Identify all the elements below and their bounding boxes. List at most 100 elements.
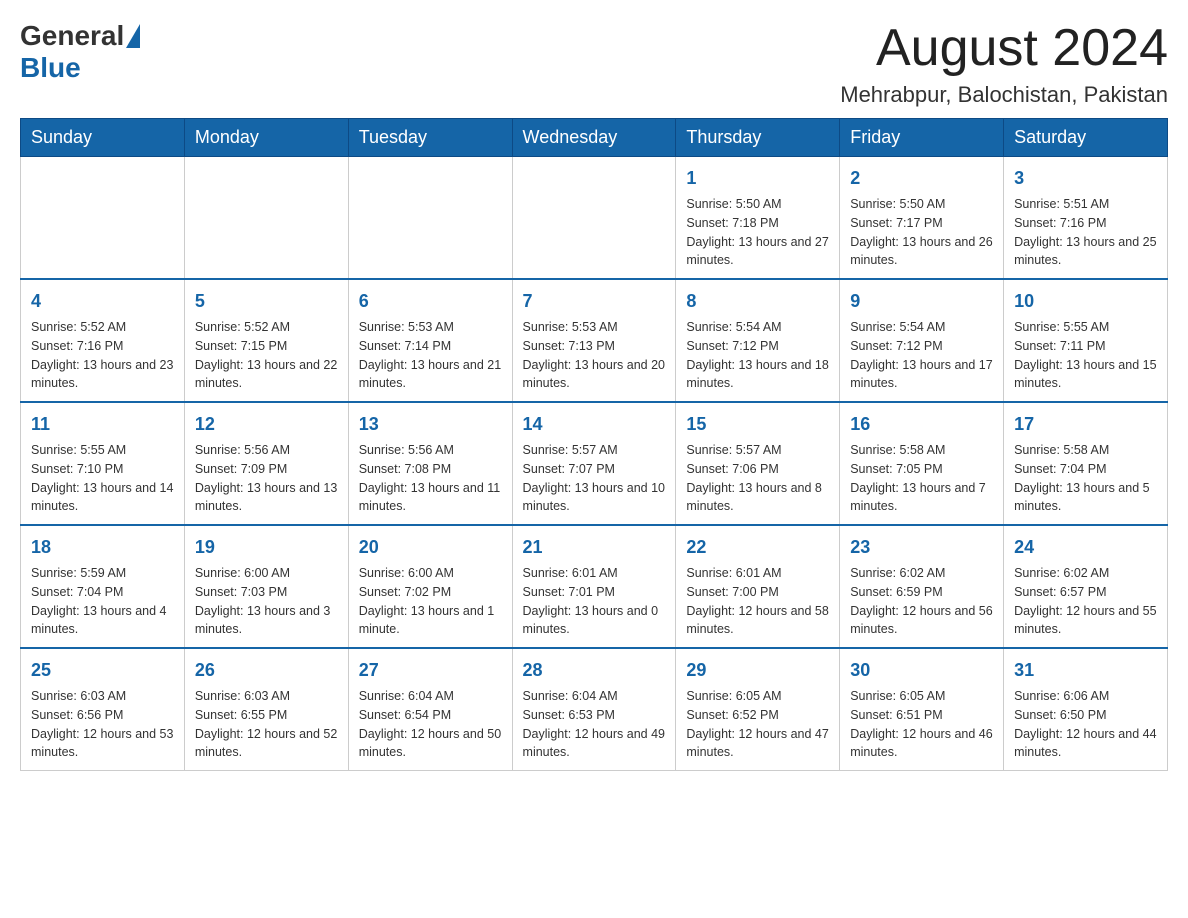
weekday-header-wednesday: Wednesday <box>512 119 676 157</box>
logo-blue-text: Blue <box>20 52 81 83</box>
day-number: 1 <box>686 165 829 192</box>
calendar-cell-1-7: 3 Sunrise: 5:51 AMSunset: 7:16 PMDaylight… <box>1004 157 1168 280</box>
day-number: 20 <box>359 534 502 561</box>
calendar-cell-3-7: 17Sunrise: 5:58 AMSunset: 7:04 PMDayligh… <box>1004 402 1168 525</box>
logo-general-text: General <box>20 20 124 52</box>
calendar-cell-2-6: 9 Sunrise: 5:54 AMSunset: 7:12 PMDaylight… <box>840 279 1004 402</box>
calendar-cell-4-5: 22 Sunrise: 6:01 AMSunset: 7:00 PMDayligh… <box>676 525 840 648</box>
day-info: Sunrise: 5:57 AMSunset: 7:06 PMDaylight:… <box>686 441 829 516</box>
day-info: Sunrise: 6:05 AMSunset: 6:52 PMDaylight:… <box>686 687 829 762</box>
location-subtitle: Mehrabpur, Balochistan, Pakistan <box>840 82 1168 108</box>
calendar-cell-5-5: 29 Sunrise: 6:05 AMSunset: 6:52 PMDayligh… <box>676 648 840 771</box>
day-number: 14 <box>523 411 666 438</box>
day-number: 30 <box>850 657 993 684</box>
calendar-week-row-5: 25 Sunrise: 6:03 AMSunset: 6:56 PMDayligh… <box>21 648 1168 771</box>
day-info: Sunrise: 5:55 AMSunset: 7:11 PMDaylight:… <box>1014 318 1157 393</box>
day-number: 9 <box>850 288 993 315</box>
calendar-cell-3-4: 14Sunrise: 5:57 AMSunset: 7:07 PMDayligh… <box>512 402 676 525</box>
calendar-cell-4-1: 18Sunrise: 5:59 AMSunset: 7:04 PMDayligh… <box>21 525 185 648</box>
calendar-cell-3-3: 13 Sunrise: 5:56 AMSunset: 7:08 PMDayligh… <box>348 402 512 525</box>
day-info: Sunrise: 5:56 AMSunset: 7:08 PMDaylight:… <box>359 441 502 516</box>
calendar-cell-1-4 <box>512 157 676 280</box>
page-header: General Blue August 2024 Mehrabpur, Balo… <box>20 20 1168 108</box>
calendar-cell-4-2: 19 Sunrise: 6:00 AMSunset: 7:03 PMDayligh… <box>184 525 348 648</box>
day-number: 5 <box>195 288 338 315</box>
calendar-week-row-3: 11 Sunrise: 5:55 AMSunset: 7:10 PMDayligh… <box>21 402 1168 525</box>
day-number: 26 <box>195 657 338 684</box>
day-info: Sunrise: 5:55 AMSunset: 7:10 PMDaylight:… <box>31 441 174 516</box>
calendar-cell-2-4: 7 Sunrise: 5:53 AMSunset: 7:13 PMDaylight… <box>512 279 676 402</box>
day-info: Sunrise: 6:02 AMSunset: 6:57 PMDaylight:… <box>1014 564 1157 639</box>
day-number: 15 <box>686 411 829 438</box>
weekday-header-monday: Monday <box>184 119 348 157</box>
day-info: Sunrise: 5:58 AMSunset: 7:05 PMDaylight:… <box>850 441 993 516</box>
day-info: Sunrise: 6:01 AMSunset: 7:00 PMDaylight:… <box>686 564 829 639</box>
day-info: Sunrise: 5:51 AMSunset: 7:16 PMDaylight:… <box>1014 195 1157 270</box>
calendar-table: SundayMondayTuesdayWednesdayThursdayFrid… <box>20 118 1168 771</box>
calendar-week-row-1: 1 Sunrise: 5:50 AMSunset: 7:18 PMDaylight… <box>21 157 1168 280</box>
day-info: Sunrise: 5:50 AMSunset: 7:17 PMDaylight:… <box>850 195 993 270</box>
calendar-cell-3-6: 16 Sunrise: 5:58 AMSunset: 7:05 PMDayligh… <box>840 402 1004 525</box>
logo-area: General Blue <box>20 20 142 84</box>
day-info: Sunrise: 5:50 AMSunset: 7:18 PMDaylight:… <box>686 195 829 270</box>
day-info: Sunrise: 5:52 AMSunset: 7:16 PMDaylight:… <box>31 318 174 393</box>
day-number: 17 <box>1014 411 1157 438</box>
day-number: 10 <box>1014 288 1157 315</box>
day-number: 11 <box>31 411 174 438</box>
calendar-cell-2-1: 4Sunrise: 5:52 AMSunset: 7:16 PMDaylight… <box>21 279 185 402</box>
day-info: Sunrise: 6:04 AMSunset: 6:53 PMDaylight:… <box>523 687 666 762</box>
calendar-cell-5-7: 31 Sunrise: 6:06 AMSunset: 6:50 PMDayligh… <box>1004 648 1168 771</box>
calendar-cell-5-4: 28 Sunrise: 6:04 AMSunset: 6:53 PMDayligh… <box>512 648 676 771</box>
day-number: 3 <box>1014 165 1157 192</box>
calendar-cell-1-3 <box>348 157 512 280</box>
calendar-cell-1-6: 2 Sunrise: 5:50 AMSunset: 7:17 PMDaylight… <box>840 157 1004 280</box>
day-info: Sunrise: 6:03 AMSunset: 6:56 PMDaylight:… <box>31 687 174 762</box>
calendar-cell-2-7: 10 Sunrise: 5:55 AMSunset: 7:11 PMDayligh… <box>1004 279 1168 402</box>
weekday-header-sunday: Sunday <box>21 119 185 157</box>
calendar-cell-4-7: 24Sunrise: 6:02 AMSunset: 6:57 PMDayligh… <box>1004 525 1168 648</box>
day-number: 29 <box>686 657 829 684</box>
day-number: 2 <box>850 165 993 192</box>
calendar-cell-1-2 <box>184 157 348 280</box>
day-info: Sunrise: 6:01 AMSunset: 7:01 PMDaylight:… <box>523 564 666 639</box>
day-number: 6 <box>359 288 502 315</box>
month-title: August 2024 <box>840 20 1168 77</box>
weekday-header-thursday: Thursday <box>676 119 840 157</box>
day-info: Sunrise: 5:54 AMSunset: 7:12 PMDaylight:… <box>850 318 993 393</box>
day-number: 27 <box>359 657 502 684</box>
title-area: August 2024 Mehrabpur, Balochistan, Paki… <box>840 20 1168 108</box>
calendar-cell-2-3: 6 Sunrise: 5:53 AMSunset: 7:14 PMDaylight… <box>348 279 512 402</box>
weekday-header-row: SundayMondayTuesdayWednesdayThursdayFrid… <box>21 119 1168 157</box>
logo: General <box>20 20 142 52</box>
day-info: Sunrise: 5:52 AMSunset: 7:15 PMDaylight:… <box>195 318 338 393</box>
day-info: Sunrise: 5:56 AMSunset: 7:09 PMDaylight:… <box>195 441 338 516</box>
calendar-cell-4-3: 20 Sunrise: 6:00 AMSunset: 7:02 PMDayligh… <box>348 525 512 648</box>
day-info: Sunrise: 6:00 AMSunset: 7:03 PMDaylight:… <box>195 564 338 639</box>
day-number: 7 <box>523 288 666 315</box>
day-number: 22 <box>686 534 829 561</box>
day-number: 8 <box>686 288 829 315</box>
calendar-week-row-4: 18Sunrise: 5:59 AMSunset: 7:04 PMDayligh… <box>21 525 1168 648</box>
calendar-cell-4-6: 23Sunrise: 6:02 AMSunset: 6:59 PMDayligh… <box>840 525 1004 648</box>
day-info: Sunrise: 6:00 AMSunset: 7:02 PMDaylight:… <box>359 564 502 639</box>
day-number: 13 <box>359 411 502 438</box>
day-info: Sunrise: 6:05 AMSunset: 6:51 PMDaylight:… <box>850 687 993 762</box>
day-info: Sunrise: 5:53 AMSunset: 7:14 PMDaylight:… <box>359 318 502 393</box>
calendar-cell-1-1 <box>21 157 185 280</box>
day-number: 21 <box>523 534 666 561</box>
day-number: 18 <box>31 534 174 561</box>
day-number: 28 <box>523 657 666 684</box>
calendar-cell-2-2: 5 Sunrise: 5:52 AMSunset: 7:15 PMDaylight… <box>184 279 348 402</box>
day-number: 25 <box>31 657 174 684</box>
day-info: Sunrise: 5:53 AMSunset: 7:13 PMDaylight:… <box>523 318 666 393</box>
day-number: 19 <box>195 534 338 561</box>
calendar-cell-1-5: 1 Sunrise: 5:50 AMSunset: 7:18 PMDaylight… <box>676 157 840 280</box>
day-info: Sunrise: 6:03 AMSunset: 6:55 PMDaylight:… <box>195 687 338 762</box>
day-number: 23 <box>850 534 993 561</box>
day-info: Sunrise: 6:04 AMSunset: 6:54 PMDaylight:… <box>359 687 502 762</box>
day-number: 31 <box>1014 657 1157 684</box>
logo-triangle-icon <box>126 24 140 48</box>
calendar-cell-2-5: 8Sunrise: 5:54 AMSunset: 7:12 PMDaylight… <box>676 279 840 402</box>
day-number: 16 <box>850 411 993 438</box>
day-info: Sunrise: 6:06 AMSunset: 6:50 PMDaylight:… <box>1014 687 1157 762</box>
